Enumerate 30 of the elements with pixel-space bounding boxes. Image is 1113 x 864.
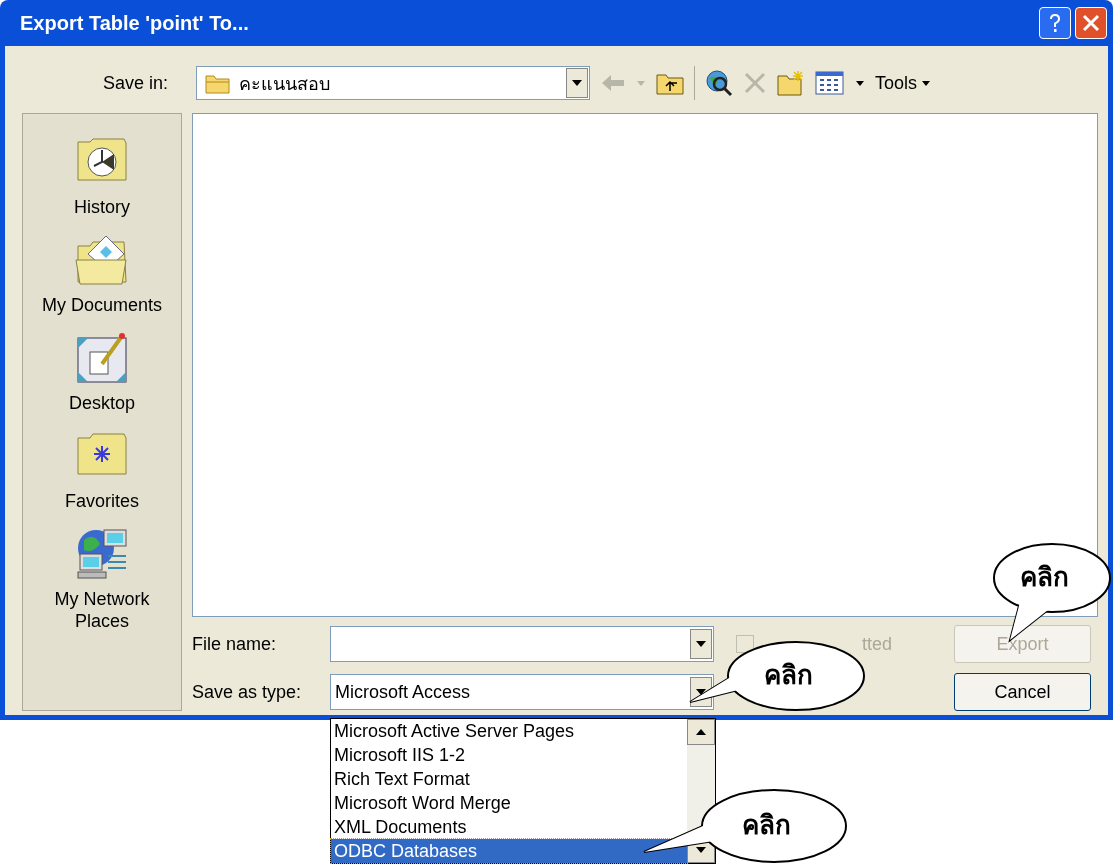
desktop-icon <box>74 330 130 386</box>
places-item[interactable]: My Network Places <box>27 526 177 632</box>
save-in-label: Save in: <box>102 72 168 94</box>
window-title: Export Table 'point' To... <box>20 11 250 35</box>
network-computers-icon <box>74 526 130 582</box>
checkbox-label: tted <box>862 633 893 655</box>
views-icon[interactable] <box>815 70 845 96</box>
places-item[interactable]: Favorites <box>27 428 177 512</box>
places-item[interactable]: Desktop <box>27 330 177 414</box>
folder-icon <box>205 72 231 94</box>
caret-icon <box>921 78 932 88</box>
places-item[interactable]: History <box>27 134 177 218</box>
close-button[interactable] <box>1075 7 1107 39</box>
save-in-dropdown[interactable]: คะแนนสอบ <box>196 66 590 100</box>
location-text: คะแนนสอบ <box>239 72 331 96</box>
list-option[interactable]: Microsoft IIS 1-2 <box>331 743 687 767</box>
list-option[interactable]: Microsoft Active Server Pages <box>331 719 687 743</box>
help-button[interactable] <box>1039 7 1071 39</box>
file-name-field[interactable] <box>330 626 714 662</box>
list-option[interactable]: ODBC Databases <box>331 839 687 863</box>
list-option[interactable]: Rich Text Format <box>331 767 687 791</box>
file-name-label: File name: <box>192 633 278 655</box>
cancel-button[interactable]: Cancel <box>954 673 1091 711</box>
save-as-type-label: Save as type: <box>192 681 303 703</box>
globe-search-icon[interactable] <box>705 69 733 97</box>
places-item[interactable]: My Documents <box>27 232 177 316</box>
up-folder-icon[interactable] <box>656 71 684 95</box>
close-icon <box>1081 13 1101 33</box>
caret-icon[interactable] <box>855 78 865 88</box>
tools-menu[interactable]: Tools <box>875 72 932 94</box>
